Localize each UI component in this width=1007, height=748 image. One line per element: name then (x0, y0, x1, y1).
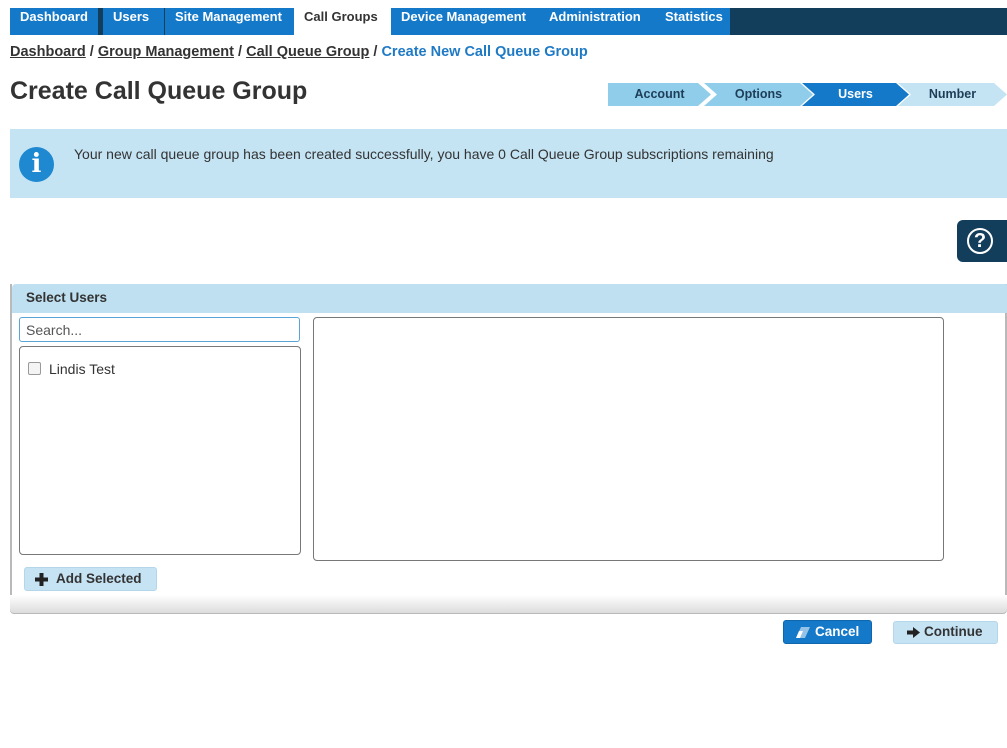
arrow-right-icon (907, 627, 920, 638)
help-button[interactable]: ? (957, 220, 1007, 262)
alert-message: Your new call queue group has been creat… (74, 146, 774, 162)
info-icon: i (19, 147, 54, 182)
breadcrumb-call-queue-group[interactable]: Call Queue Group (246, 44, 369, 60)
continue-label: Continue (924, 624, 983, 639)
breadcrumb: Dashboard / Group Management / Call Queu… (10, 44, 588, 60)
add-selected-label: Add Selected (56, 571, 142, 586)
breadcrumb-separator: / (89, 44, 98, 60)
info-alert (10, 129, 1007, 198)
breadcrumb-current: Create New Call Queue Group (381, 44, 588, 60)
user-name: Lindis Test (49, 361, 115, 377)
cancel-label: Cancel (815, 624, 860, 639)
tab-site-management[interactable]: Site Management (165, 8, 299, 35)
available-users-list[interactable]: Lindis Test (19, 346, 301, 555)
wizard-step-users: Users (802, 83, 909, 106)
top-navigation: Dashboard Users Site Management Call Gro… (10, 8, 1007, 36)
breadcrumb-dashboard[interactable]: Dashboard (10, 44, 86, 60)
eraser-icon (796, 627, 810, 638)
selected-users-list[interactable] (313, 317, 944, 561)
panel-footer (10, 595, 1007, 613)
wizard-steps: Account Options Users Number (608, 83, 1007, 106)
panel-title: Select Users (26, 290, 108, 305)
search-input[interactable] (19, 317, 300, 342)
cancel-button[interactable]: Cancel (783, 620, 872, 644)
page-title: Create Call Queue Group (10, 77, 308, 105)
add-selected-button[interactable]: Add Selected (24, 567, 157, 591)
plus-icon (35, 573, 48, 586)
tab-device-management[interactable]: Device Management (391, 8, 544, 35)
tab-call-groups[interactable]: Call Groups (294, 8, 395, 36)
tab-administration[interactable]: Administration (539, 8, 658, 35)
tab-users[interactable]: Users (103, 8, 164, 35)
breadcrumb-group-management[interactable]: Group Management (98, 44, 234, 60)
list-item-lindis-test[interactable]: Lindis Test (28, 361, 115, 377)
breadcrumb-separator: / (238, 44, 247, 60)
wizard-step-options: Options (704, 83, 813, 106)
panel-header: Select Users (12, 284, 1007, 313)
user-checkbox[interactable] (28, 362, 41, 375)
wizard-step-account: Account (608, 83, 711, 106)
continue-button[interactable]: Continue (893, 621, 998, 644)
tab-dashboard[interactable]: Dashboard (10, 8, 98, 35)
help-icon: ? (967, 228, 993, 254)
tab-statistics[interactable]: Statistics (655, 8, 730, 35)
wizard-step-number: Number (898, 83, 1007, 106)
